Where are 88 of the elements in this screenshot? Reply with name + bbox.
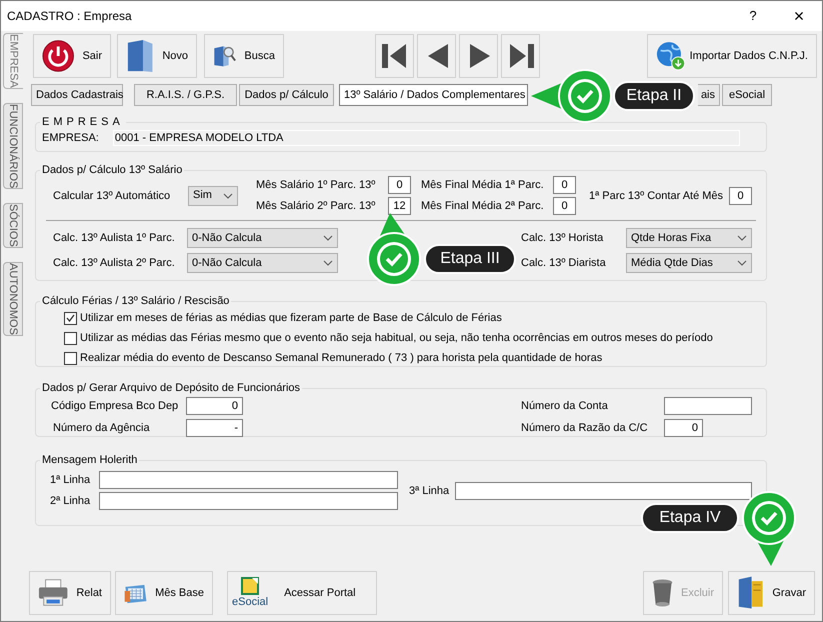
side-tab[interactable]: AUTONOMOS (3, 262, 23, 336)
field-label: Calc. 13º Diarista (521, 256, 607, 271)
step-label: Etapa III (424, 244, 516, 274)
field-label: Número da Agência (52, 421, 151, 436)
checkbox[interactable] (64, 332, 77, 344)
chevron-down-icon (737, 260, 747, 266)
tab[interactable]: Dados Cadastrais (31, 84, 123, 106)
field-label: Utilizar as médias das Férias mesmo que o evento não seja habitual, ou seja, não tenha ocorrências em outros meses do período (80, 331, 713, 346)
dropdown[interactable]: 0-Não Calcula (187, 228, 338, 248)
field-label: Número da Razão da C/C (521, 421, 649, 436)
dropdown[interactable]: Média Qtde Dias (626, 253, 752, 273)
input-field[interactable]: 0 (553, 197, 576, 215)
field-label: Calc. 13º Aulista 2º Parc. (52, 256, 176, 271)
checkbox[interactable] (64, 312, 77, 324)
check-pin-icon (364, 211, 424, 287)
search-button[interactable]: Busca (204, 34, 284, 78)
input-field[interactable]: 0 (729, 186, 752, 204)
input-field[interactable] (99, 492, 398, 510)
input-field[interactable]: 0 (388, 176, 411, 194)
input-field[interactable] (664, 397, 752, 415)
field-label: Calcular 13º Automático (52, 188, 172, 204)
tab[interactable]: Dados p/ Cálculo (239, 84, 334, 106)
input-field[interactable]: 0 (553, 176, 576, 194)
check-pin-icon (739, 490, 799, 568)
input-field[interactable]: - (186, 419, 243, 437)
navigation-button[interactable] (375, 34, 414, 78)
tab[interactable]: eSocial (722, 84, 772, 106)
side-tab[interactable]: SÓCIOS (3, 203, 23, 248)
group-title: Dados p/ Cálculo 13º Salário (40, 163, 184, 177)
base-month-button[interactable]: Mês Base (115, 571, 213, 615)
input-field[interactable]: 0001 - EMPRESA MODELO LTDA (112, 130, 740, 146)
input-field[interactable] (99, 471, 398, 489)
exit-button[interactable]: Sair (33, 34, 111, 78)
field-label: Calc. 13º Horista (521, 231, 604, 246)
check-icon (66, 314, 75, 322)
check-pin-icon (529, 66, 613, 126)
new-button[interactable]: Novo (117, 34, 197, 78)
save-button[interactable]: Gravar (728, 571, 815, 615)
field-label: Mês Salário 2º Parc. 13º (256, 199, 376, 214)
step-label: Etapa II (613, 81, 695, 111)
field-label: 2ª Linha (50, 494, 92, 509)
help-button[interactable]: ? (730, 1, 776, 31)
portal-button[interactable]: eSocial Acessar Portal (227, 571, 377, 615)
field-label: 1ª Parc 13º Contar Até Mês (589, 188, 721, 204)
close-button[interactable]: × (776, 1, 822, 31)
document-icon (240, 577, 260, 595)
side-tab[interactable]: EMPRESA (3, 33, 23, 89)
chevron-down-icon (323, 260, 333, 266)
tab[interactable]: R.A.I.S. / G.P.S. (134, 84, 237, 106)
input-field[interactable]: 12 (388, 197, 411, 215)
chevron-down-icon (737, 235, 747, 241)
navigation-button[interactable] (501, 34, 540, 78)
side-tab[interactable]: FUNCIONÁRIOS (3, 102, 23, 190)
chevron-down-icon (223, 192, 233, 198)
dropdown[interactable]: Qtde Horas Fixa (626, 228, 752, 248)
esocial-logo: eSocial (232, 595, 268, 609)
printer-icon (38, 578, 68, 608)
field-label: Mês Salário 1º Parc. 13º (256, 178, 376, 193)
field-label: 3ª Linha (409, 484, 449, 498)
dropdown[interactable]: 0-Não Calcula (187, 253, 338, 273)
tab[interactable]: 13º Salário / Dados Complementares (339, 84, 528, 106)
window-title: CADASTRO : Empresa (7, 8, 133, 25)
field-label: Número da Conta (521, 399, 609, 414)
book-icon (126, 38, 154, 74)
field-label: Código Empresa Bco Dep (50, 399, 180, 414)
field-label: Mês Final Média 1ª Parc. (421, 178, 545, 193)
navigation-button[interactable] (459, 34, 498, 78)
input-field[interactable]: 0 (664, 419, 703, 437)
checkbox[interactable] (64, 352, 77, 364)
chevron-down-icon (323, 235, 333, 241)
field-label: 1ª Linha (50, 473, 92, 488)
step-label: Etapa IV (641, 503, 739, 533)
dropdown[interactable]: Sim (188, 186, 238, 206)
globe-download-icon (656, 40, 686, 72)
field-label: Calc. 13º Aulista 1º Parc. (52, 231, 176, 246)
tab[interactable]: ais (698, 84, 720, 106)
field-label: Mês Final Média 2ª Parc. (421, 199, 545, 214)
report-button[interactable]: Relat (29, 571, 111, 615)
group-title: Dados p/ Gerar Arquivo de Depósito de Funcionários (40, 381, 302, 395)
import-button[interactable]: Importar Dados C.N.P.J. (647, 34, 817, 78)
field-label: EMPRESA: (42, 131, 99, 146)
input-field[interactable] (455, 482, 752, 500)
group-title: Mensagem Holerith (40, 453, 140, 467)
field-label: Realizar média do evento de Descanso Semanal Remunerado ( 73 ) para horista pela quantidade de horas (80, 351, 602, 366)
field-label: Utilizar em meses de férias as médias que fizeram parte de Base de Cálculo de Férias (80, 311, 502, 326)
navigation-button[interactable] (417, 34, 456, 78)
power-icon (42, 39, 74, 73)
input-field[interactable]: 0 (186, 397, 243, 415)
